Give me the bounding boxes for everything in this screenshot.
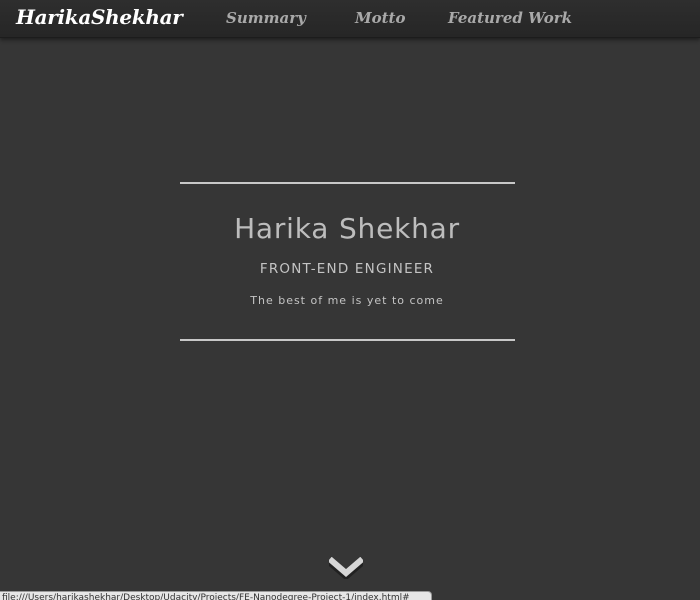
top-navbar: HarikaShekhar Summary Motto Featured Wor… [0,0,700,38]
hero-bottom-divider [180,339,515,341]
page: HarikaShekhar Summary Motto Featured Wor… [0,0,700,600]
nav-link-summary[interactable]: Summary [226,9,306,27]
browser-status-bar: file:///Users/harikashekhar/Desktop/Udac… [0,591,432,600]
brand-logo-link[interactable]: HarikaShekhar [16,5,183,29]
hero-role: FRONT-END ENGINEER [259,261,435,277]
hero-tagline: The best of me is yet to come [250,294,444,307]
nav-link-featured-work[interactable]: Featured Work [448,9,572,27]
hero-name: Harika Shekhar [234,212,460,245]
hero-top-divider [180,182,515,184]
chevron-down-icon[interactable] [329,557,363,579]
nav-link-motto[interactable]: Motto [355,9,405,27]
